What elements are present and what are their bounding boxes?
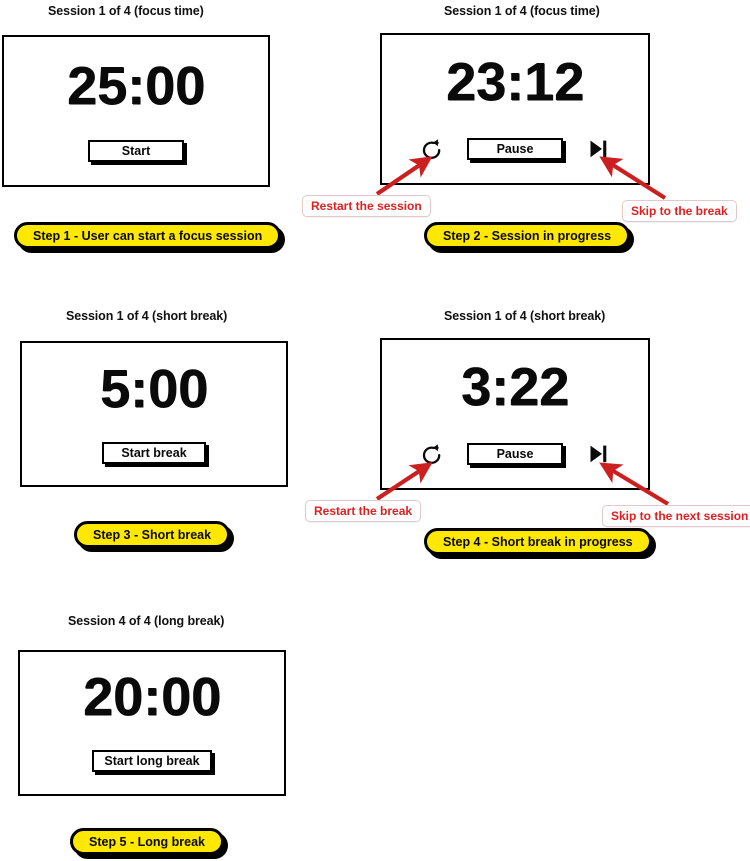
screen-frame-short-break-running: 3:22 Pause xyxy=(380,338,650,490)
pause-button[interactable]: Pause xyxy=(467,443,563,465)
start-break-button[interactable]: Start break xyxy=(102,442,206,464)
control-row-focus-idle: Start xyxy=(4,140,268,162)
restart-icon[interactable] xyxy=(419,136,445,162)
callout-skip-break: Skip to the break xyxy=(622,200,737,222)
screen-frame-focus-idle: 25:00 Start xyxy=(2,35,270,187)
step-badge-5: Step 5 - Long break xyxy=(70,828,224,855)
control-row-short-break-running: Pause xyxy=(382,441,648,467)
step-badge-4: Step 4 - Short break in progress xyxy=(424,528,652,555)
screen-frame-focus-running: 23:12 Pause xyxy=(380,33,650,185)
panel-caption-focus-idle: Session 1 of 4 (focus time) xyxy=(48,4,204,18)
callout-skip-next: Skip to the next session xyxy=(602,505,750,527)
timer-readout-focus-idle: 25:00 xyxy=(66,56,206,116)
start-long-break-button[interactable]: Start long break xyxy=(92,750,212,772)
wireframe-canvas: Session 1 of 4 (focus time) 25:00 Start … xyxy=(0,0,750,861)
screen-frame-long-break-idle: 20:00 Start long break xyxy=(18,650,286,796)
timer-readout-focus-running: 23:12 xyxy=(445,52,585,112)
panel-caption-short-break-idle: Session 1 of 4 (short break) xyxy=(66,309,228,323)
timer-readout-short-break-idle: 5:00 xyxy=(99,359,209,419)
restart-icon[interactable] xyxy=(419,441,445,467)
skip-forward-icon[interactable] xyxy=(585,136,611,162)
panel-caption-short-break-running: Session 1 of 4 (short break) xyxy=(444,309,606,323)
control-row-focus-running: Pause xyxy=(382,136,648,162)
step-badge-3: Step 3 - Short break xyxy=(74,521,231,548)
callout-restart-session: Restart the session xyxy=(302,195,431,217)
panel-caption-focus-running: Session 1 of 4 (focus time) xyxy=(444,4,600,18)
callout-restart-break: Restart the break xyxy=(305,500,422,522)
pause-button[interactable]: Pause xyxy=(467,138,563,160)
skip-forward-icon[interactable] xyxy=(585,441,611,467)
control-row-short-break-idle: Start break xyxy=(22,442,286,464)
panel-caption-long-break-idle: Session 4 of 4 (long break) xyxy=(68,614,225,628)
start-button[interactable]: Start xyxy=(88,140,184,162)
screen-frame-short-break-idle: 5:00 Start break xyxy=(20,341,288,487)
step-badge-2: Step 2 - Session in progress xyxy=(424,222,631,249)
timer-readout-short-break-running: 3:22 xyxy=(460,357,570,417)
control-row-long-break-idle: Start long break xyxy=(20,750,284,772)
step-badge-1: Step 1 - User can start a focus session xyxy=(14,222,282,249)
timer-readout-long-break-idle: 20:00 xyxy=(82,667,222,727)
